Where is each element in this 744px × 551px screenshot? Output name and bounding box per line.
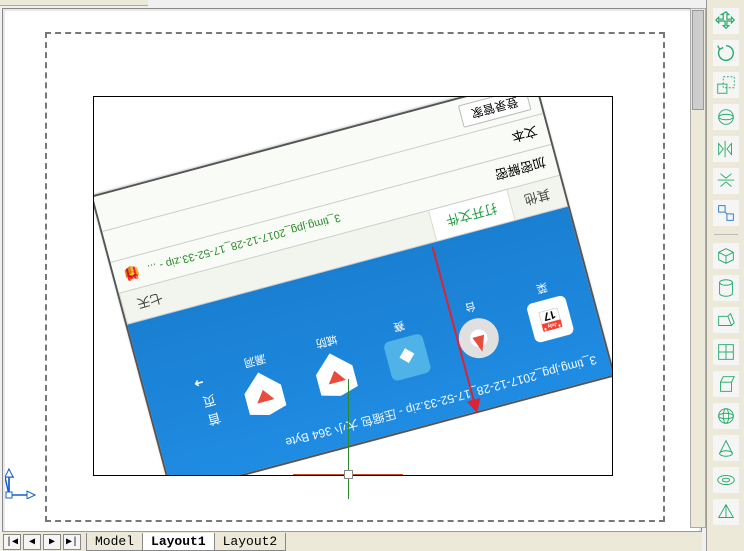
calendar-icon: 📅 bbox=[526, 295, 575, 344]
tab-nav-first[interactable]: |◀ bbox=[3, 534, 21, 550]
gift-icon: 🎁 bbox=[122, 263, 142, 283]
app-icon-5: 漏洞 bbox=[228, 346, 295, 421]
orbit-icon[interactable] bbox=[713, 104, 739, 130]
extrude-icon[interactable] bbox=[713, 371, 739, 397]
scrollbar-thumb[interactable] bbox=[692, 10, 704, 110]
torus-icon[interactable] bbox=[713, 467, 739, 493]
toolbar-separator bbox=[714, 234, 738, 235]
scale-icon[interactable] bbox=[713, 72, 739, 98]
mirror-h-icon[interactable] bbox=[713, 136, 739, 162]
vertical-scrollbar[interactable] bbox=[690, 8, 706, 528]
layout-canvas[interactable]: 登录管家 文本 加密解密 3_timg.jpg_2017-12-28_17-52… bbox=[2, 8, 702, 536]
mirror-v-icon[interactable] bbox=[713, 168, 739, 194]
cylinder-icon[interactable] bbox=[713, 275, 739, 301]
app-icon-4: 城防 bbox=[299, 327, 366, 402]
app-icon-1: 📅 菜 bbox=[515, 274, 581, 345]
cone-icon[interactable] bbox=[713, 435, 739, 461]
top-toolbar-fragment bbox=[0, 0, 148, 6]
text-label: 文本 bbox=[510, 122, 540, 147]
align-icon[interactable] bbox=[713, 200, 739, 226]
tab-layout2[interactable]: Layout2 bbox=[214, 533, 287, 551]
wedge-icon[interactable] bbox=[713, 307, 739, 333]
move-icon[interactable] bbox=[713, 8, 739, 34]
app-icon-3: ◆ 赛 bbox=[372, 312, 438, 383]
compass-icon bbox=[454, 314, 503, 363]
cube-icon: ◆ bbox=[383, 333, 432, 382]
shield-red-icon bbox=[311, 348, 359, 400]
layout-tab-strip: |◀ ◀ ▶ ▶| Model Layout1 Layout2 bbox=[2, 531, 702, 551]
pyramid-icon[interactable] bbox=[713, 499, 739, 525]
sphere-icon[interactable] bbox=[713, 403, 739, 429]
tab-nav-prev[interactable]: ◀ bbox=[23, 534, 41, 550]
box-icon[interactable] bbox=[713, 243, 739, 269]
tab-nav-last[interactable]: ▶| bbox=[63, 534, 81, 550]
ucs-icon bbox=[5, 463, 41, 499]
crosshair-marker[interactable] bbox=[343, 429, 355, 441]
rotate-icon[interactable] bbox=[713, 40, 739, 66]
app-home: 首页 ➜ bbox=[186, 373, 224, 433]
viewport-frame[interactable]: 登录管家 文本 加密解密 3_timg.jpg_2017-12-28_17-52… bbox=[93, 96, 613, 476]
right-toolbar bbox=[706, 0, 744, 551]
app-icon-2: 台 bbox=[443, 293, 509, 364]
shield-orange-icon bbox=[240, 368, 288, 420]
tab-model[interactable]: Model bbox=[86, 533, 143, 551]
arrow-right-icon: ➜ bbox=[192, 375, 205, 391]
embedded-image-window: 登录管家 文本 加密解密 3_timg.jpg_2017-12-28_17-52… bbox=[93, 96, 613, 476]
region-icon[interactable] bbox=[713, 339, 739, 365]
tab-layout1[interactable]: Layout1 bbox=[142, 533, 215, 551]
tab-nav-next[interactable]: ▶ bbox=[43, 534, 61, 550]
